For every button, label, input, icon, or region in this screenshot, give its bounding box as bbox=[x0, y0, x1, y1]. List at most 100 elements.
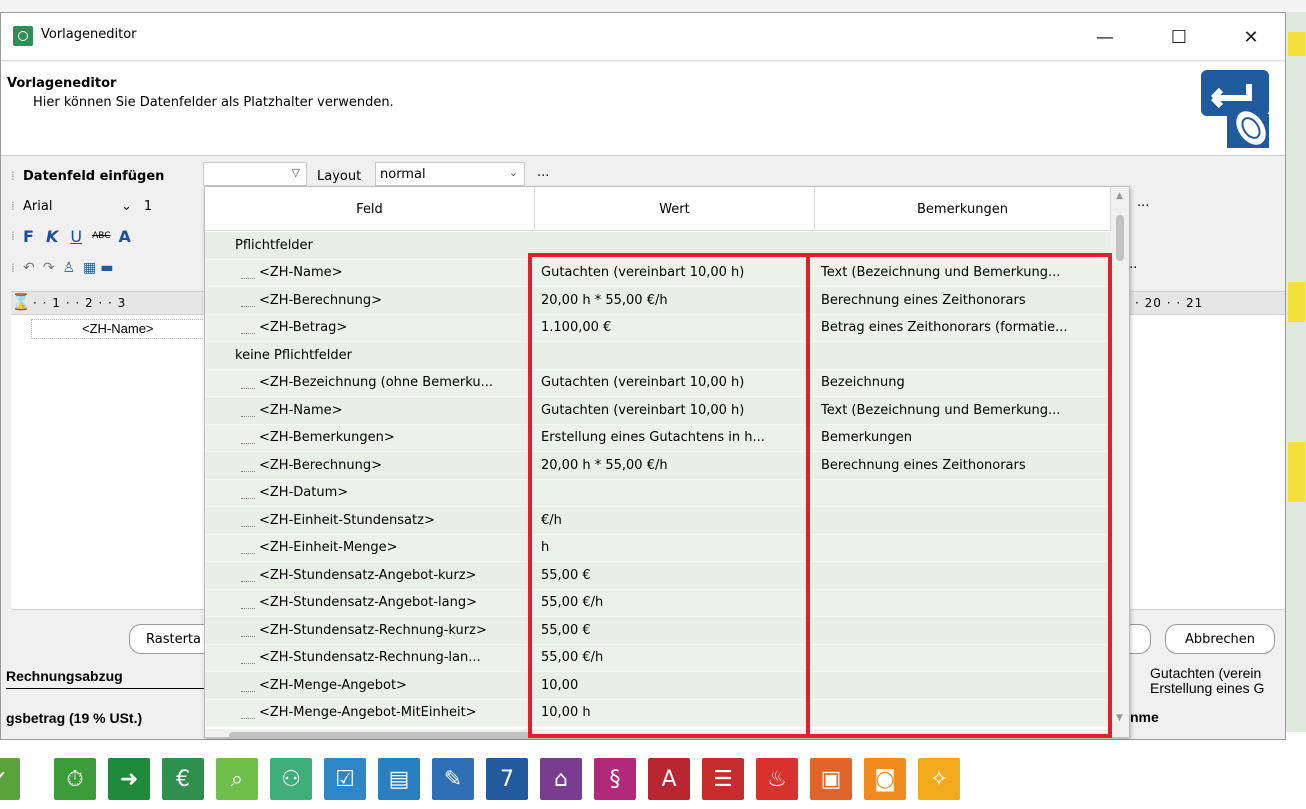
underline-button[interactable]: U bbox=[70, 227, 82, 246]
layout-select[interactable]: normal ⌄ bbox=[375, 162, 525, 186]
italic-button[interactable]: K bbox=[46, 227, 58, 246]
insert-field-toolbar: ⁞ Datenfeld einfügen bbox=[11, 164, 164, 188]
app-icon bbox=[13, 26, 33, 46]
scroll-up-icon[interactable]: ▲ bbox=[1116, 191, 1123, 201]
cell-wert: 55,00 € bbox=[541, 567, 591, 583]
arrow-right-icon[interactable]: ➜ bbox=[108, 758, 150, 800]
header-title: Vorlageneditor bbox=[7, 76, 117, 91]
cell-feld: <ZH-Stundensatz-Rechnung-lan... bbox=[205, 650, 535, 665]
table-row[interactable]: <ZH-Name> Gutachten (vereinbart 10,00 h) T… bbox=[205, 397, 1111, 425]
font-size[interactable]: 1 bbox=[144, 199, 152, 214]
cell-bemerkungen: Text (Bezeichnung und Bemerkung... bbox=[821, 265, 1061, 281]
table-row[interactable]: <ZH-Bezeichnung (ohne Bemerku... Gutachte… bbox=[205, 369, 1111, 397]
table-row[interactable]: <ZH-Bemerkungen> Erstellung eines Gutacht… bbox=[205, 424, 1111, 452]
undo-icon[interactable]: ↶ bbox=[23, 260, 35, 276]
background-right-edge bbox=[1285, 12, 1306, 732]
column-header-wert[interactable]: Wert bbox=[535, 187, 815, 231]
scroll-thumb[interactable] bbox=[1116, 215, 1124, 261]
leaf-icon[interactable]: ✓ bbox=[0, 758, 20, 800]
strikethrough-button[interactable]: ABC bbox=[92, 231, 110, 241]
layout-label: Layout bbox=[317, 168, 362, 184]
table-row[interactable]: <ZH-Einheit-Stundensatz> €/h bbox=[205, 507, 1111, 535]
calendar-icon[interactable]: 7 bbox=[486, 758, 528, 800]
certificate-icon[interactable]: ▣ bbox=[810, 758, 852, 800]
euro-icon[interactable]: € bbox=[162, 758, 204, 800]
bold-button[interactable]: F bbox=[23, 227, 34, 246]
font-toolbar: ⁞ Arial ⌄ 1 bbox=[11, 194, 152, 218]
table-row[interactable]: Pflichtfelder bbox=[205, 232, 1111, 260]
flame-icon[interactable]: ♨ bbox=[756, 758, 798, 800]
graduation-icon[interactable]: ⌂ bbox=[540, 758, 582, 800]
cell-wert: 10,00 h bbox=[541, 705, 591, 721]
search-icon[interactable]: ⌕ bbox=[216, 758, 258, 800]
table-row[interactable]: <ZH-Stundensatz-Angebot-lang> 55,00 €/h bbox=[205, 589, 1111, 617]
toolbar-grip-icon: ⁞ bbox=[11, 199, 15, 213]
cell-wert: Gutachten (vereinbart 10,00 h) bbox=[541, 265, 745, 281]
minimize-button[interactable]: — bbox=[1083, 21, 1127, 53]
horizontal-scrollbar[interactable] bbox=[205, 729, 1111, 737]
runner-icon[interactable]: ✧ bbox=[918, 758, 960, 800]
font-color-button[interactable]: A bbox=[119, 227, 131, 246]
document-cell[interactable]: <ZH-Name> bbox=[31, 319, 207, 339]
cell-wert: h bbox=[541, 540, 550, 556]
edit-toolbar: ⁞ ↶ ↷ ♙ ▦ ▬ bbox=[11, 256, 114, 280]
invoice-tax-label: gsbetrag (19 % USt.) bbox=[6, 710, 143, 726]
table-row[interactable]: <ZH-Name> Gutachten (vereinbart 10,00 h) T… bbox=[205, 259, 1111, 287]
chevron-down-icon[interactable]: ⌄ bbox=[121, 199, 132, 214]
stopwatch-icon[interactable]: ⏱ bbox=[54, 758, 96, 800]
invoice-deduction-label: Rechnungsabzug bbox=[6, 668, 123, 684]
table-row[interactable]: <ZH-Stundensatz-Angebot-kurz> 55,00 € bbox=[205, 562, 1111, 590]
hscroll-thumb[interactable] bbox=[229, 732, 529, 737]
cell-wert: 10,00 bbox=[541, 677, 579, 693]
gantt-icon[interactable]: ☰ bbox=[702, 758, 744, 800]
folder-icon[interactable]: ▤ bbox=[378, 758, 420, 800]
more-button-2[interactable]: ··· bbox=[1137, 194, 1149, 218]
column-header-bemerkungen[interactable]: Bemerkungen bbox=[815, 187, 1111, 231]
paragraph-icon[interactable]: § bbox=[594, 758, 636, 800]
cell-feld: <ZH-Menge-Angebot> bbox=[205, 678, 535, 693]
table-row[interactable]: <ZH-Menge-Angebot-MitEinheit> 10,00 h bbox=[205, 699, 1111, 727]
cell-feld: <ZH-Bemerkungen> bbox=[205, 430, 535, 445]
row-icon[interactable]: ▬ bbox=[100, 260, 113, 276]
checklist-icon[interactable]: ☑ bbox=[324, 758, 366, 800]
cell-feld: <ZH-Stundensatz-Angebot-lang> bbox=[205, 595, 535, 610]
taskbar: ✓ ⏱ ➜ € ⌕ ⚇ ☑ ▤ ✎ 7 ⌂ § A ☰ ♨ ▣ ◙ ✧ bbox=[0, 740, 1306, 809]
close-button[interactable]: ✕ bbox=[1229, 21, 1273, 53]
table-row[interactable]: <ZH-Menge-Angebot> 10,00 bbox=[205, 672, 1111, 700]
cell-feld: <ZH-Name> bbox=[205, 403, 535, 418]
scroll-down-icon[interactable]: ▼ bbox=[1116, 713, 1123, 723]
column-header-feld[interactable]: Feld bbox=[205, 187, 535, 231]
maximize-button[interactable]: ☐ bbox=[1157, 21, 1201, 53]
cancel-button[interactable]: Abbrechen bbox=[1165, 624, 1275, 654]
cell-bemerkungen: Bemerkungen bbox=[821, 430, 913, 446]
field-dropdown-popup[interactable]: Feld Wert Bemerkungen Pflichtfelder <ZH-N… bbox=[204, 186, 1130, 738]
cell-feld: <ZH-Betrag> bbox=[205, 320, 535, 335]
table-row[interactable]: <ZH-Berechnung> 20,00 h * 55,00 €/h Berech… bbox=[205, 287, 1111, 315]
badge-icon[interactable]: ◙ bbox=[864, 758, 906, 800]
redo-icon[interactable]: ↷ bbox=[43, 260, 55, 276]
table-row[interactable]: <ZH-Datum> bbox=[205, 479, 1111, 507]
robot-icon[interactable]: ♙ bbox=[62, 260, 75, 276]
indent-marker-icon[interactable]: ⌛ bbox=[11, 292, 31, 311]
cancel-button-label: Abbrechen bbox=[1184, 631, 1256, 647]
edit-icon[interactable]: ✎ bbox=[432, 758, 474, 800]
chevron-down-icon: ▽ bbox=[291, 166, 300, 179]
table-row[interactable]: <ZH-Stundensatz-Rechnung-lan... 55,00 €/h bbox=[205, 644, 1111, 672]
people-icon[interactable]: ⚇ bbox=[270, 758, 312, 800]
table-row[interactable]: <ZH-Einheit-Menge> h bbox=[205, 534, 1111, 562]
cell-feld: Pflichtfelder bbox=[235, 237, 313, 253]
cell-bemerkungen: Text (Bezeichnung und Bemerkung... bbox=[821, 402, 1061, 418]
vertical-scrollbar[interactable]: ▲ ▼ bbox=[1111, 187, 1129, 737]
text-a-icon[interactable]: A bbox=[648, 758, 690, 800]
field-select[interactable]: ▽ bbox=[203, 162, 307, 186]
cell-feld: <ZH-Stundensatz-Angebot-kurz> bbox=[205, 568, 535, 583]
table-row[interactable]: <ZH-Berechnung> 20,00 h * 55,00 €/h Berech… bbox=[205, 452, 1111, 480]
cell-wert: Gutachten (vereinbart 10,00 h) bbox=[541, 375, 745, 391]
table-row[interactable]: <ZH-Betrag> 1.100,00 € Betrag eines Zeitho… bbox=[205, 314, 1111, 342]
table-row[interactable]: keine Pflichtfelder bbox=[205, 342, 1111, 370]
table-icon[interactable]: ▦ bbox=[83, 260, 96, 276]
background-invoice-left: Rechnungsabzug gsbetrag (19 % USt.) bbox=[0, 660, 210, 740]
cell-feld: <ZH-Einheit-Stundensatz> bbox=[205, 513, 535, 528]
table-row[interactable]: <ZH-Stundensatz-Rechnung-kurz> 55,00 € bbox=[205, 617, 1111, 645]
more-button[interactable]: ··· bbox=[537, 164, 549, 188]
